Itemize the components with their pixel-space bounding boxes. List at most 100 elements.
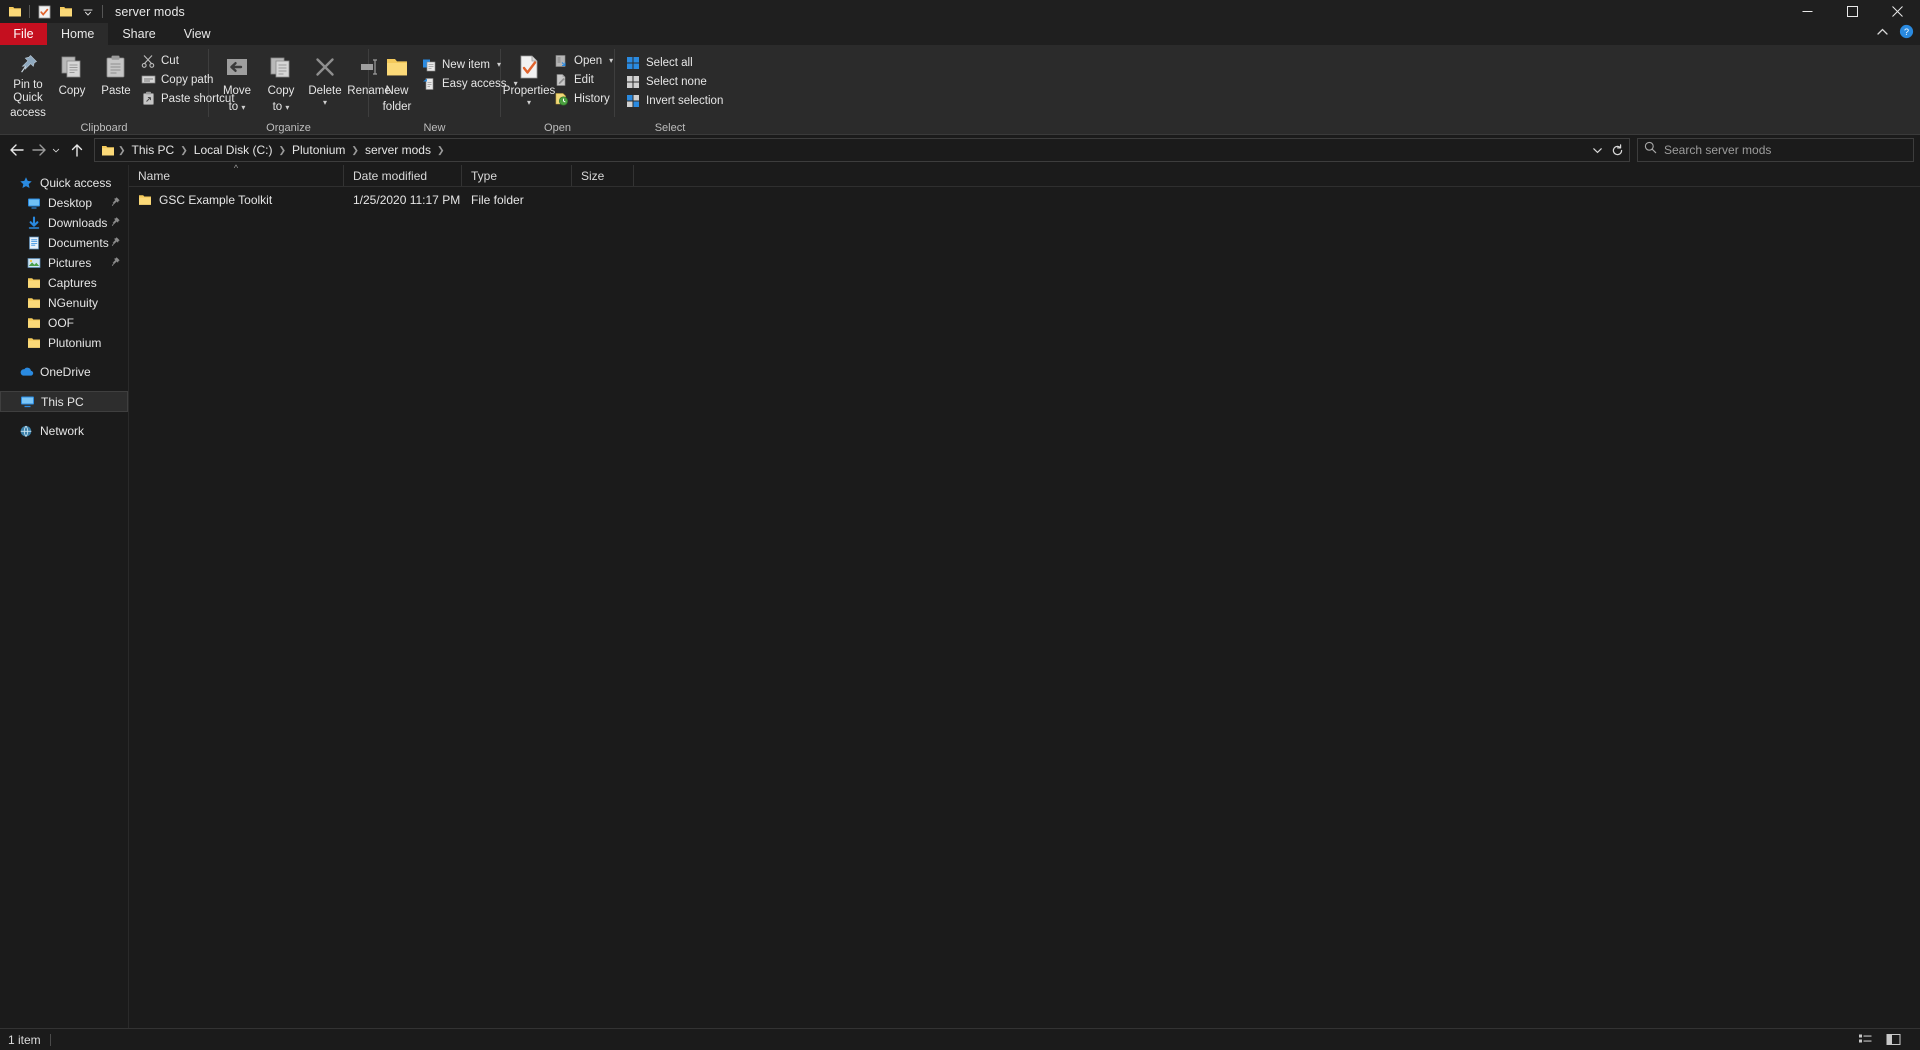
sidebar-item-network[interactable]: Network <box>0 421 128 441</box>
breadcrumb-bar[interactable]: ❯ This PC ❯ Local Disk (C:) ❯ Plutonium … <box>94 138 1630 162</box>
close-button[interactable] <box>1875 0 1920 23</box>
tab-share[interactable]: Share <box>108 23 169 45</box>
status-item-count: 1 item <box>8 1032 41 1047</box>
column-header-size[interactable]: Size <box>572 165 634 186</box>
copy-to-label-1: Copy <box>267 85 295 97</box>
details-view-button[interactable] <box>1854 1031 1876 1049</box>
open-caret-icon[interactable]: ▾ <box>609 56 613 65</box>
sidebar-item-onedrive[interactable]: OneDrive <box>0 362 128 382</box>
status-divider <box>49 1033 51 1046</box>
column-header-date-modified[interactable]: Date modified <box>344 165 462 186</box>
help-icon[interactable]: ? <box>1899 24 1914 44</box>
sidebar-item-quick-access[interactable]: Quick access <box>0 173 128 193</box>
pin-icon-downloads[interactable] <box>110 216 121 230</box>
nav-gap-3 <box>0 412 128 421</box>
tabstrip-right-icons: ? <box>1876 23 1914 45</box>
properties-icon[interactable] <box>33 1 55 22</box>
ribbon-tab-strip: File Home Share View ? <box>0 23 1920 45</box>
minimize-button[interactable] <box>1785 0 1830 23</box>
ribbon-group-label-organize: Organize <box>266 122 311 134</box>
tab-home[interactable]: Home <box>47 23 109 45</box>
sidebar-item-oof[interactable]: OOF <box>0 313 128 333</box>
breadcrumb-chevron-4[interactable]: ❯ <box>436 145 446 156</box>
sidebar-item-pictures[interactable]: Pictures <box>0 253 128 273</box>
file-explorer-window: server mods File Home Share View ? Pin t… <box>0 0 1920 1050</box>
table-row[interactable]: GSC Example Toolkit 1/25/2020 11:17 PM F… <box>129 189 1920 211</box>
properties-button[interactable]: Properties ▾ <box>503 49 555 115</box>
large-icons-view-button[interactable] <box>1882 1031 1904 1049</box>
open-button[interactable]: Open ▾ <box>551 51 619 70</box>
select-all-icon <box>625 55 641 71</box>
search-input[interactable]: Search server mods <box>1664 143 1771 157</box>
column-header-name[interactable]: ^ Name <box>129 164 344 186</box>
sidebar-item-downloads[interactable]: Downloads <box>0 213 128 233</box>
breadcrumb-chevron-0[interactable]: ❯ <box>117 145 127 156</box>
open-icon <box>553 53 569 69</box>
column-header-label-size: Size <box>581 168 605 183</box>
delete-label: Delete <box>308 85 342 97</box>
breadcrumb-item-server-mods[interactable]: server mods <box>360 143 436 157</box>
customize-qat-chevron-icon[interactable] <box>77 1 99 22</box>
column-header-type[interactable]: Type <box>462 165 572 186</box>
breadcrumb-item-plutonium[interactable]: Plutonium <box>287 143 350 157</box>
back-arrow-icon[interactable] <box>6 138 28 162</box>
pin-icon-documents[interactable] <box>110 236 121 250</box>
edit-button[interactable]: Edit <box>551 70 619 89</box>
properties-caret-icon[interactable]: ▾ <box>527 98 531 106</box>
breadcrumb: ❯ This PC ❯ Local Disk (C:) ❯ Plutonium … <box>117 143 1587 157</box>
move-to-button[interactable]: Move to ▾ <box>215 49 259 115</box>
sidebar-item-documents[interactable]: Documents <box>0 233 128 253</box>
invert-selection-button[interactable]: Invert selection <box>623 91 729 110</box>
qat-divider <box>29 5 30 18</box>
delete-button[interactable]: Delete ▾ <box>303 49 347 115</box>
select-none-button[interactable]: Select none <box>623 72 729 91</box>
column-header-filler <box>634 165 1920 186</box>
breadcrumb-chevron-1[interactable]: ❯ <box>179 145 189 156</box>
breadcrumb-item-local-disk-c[interactable]: Local Disk (C:) <box>189 143 278 157</box>
select-all-button[interactable]: Select all <box>623 53 729 72</box>
nav-gap-1 <box>0 353 128 362</box>
pin-icon-pictures[interactable] <box>110 256 121 270</box>
up-arrow-icon[interactable] <box>66 138 88 162</box>
paste-button[interactable]: Paste <box>94 49 138 115</box>
copy-to-button[interactable]: Copy to ▾ <box>259 49 303 115</box>
breadcrumb-chevron-3[interactable]: ❯ <box>350 145 360 156</box>
recent-locations-chevron-icon[interactable] <box>50 138 66 162</box>
pin-to-quick-access-button[interactable]: Pin to Quick access <box>6 49 50 119</box>
sidebar-item-desktop[interactable]: Desktop <box>0 193 128 213</box>
breadcrumb-chevron-2[interactable]: ❯ <box>277 145 287 156</box>
history-button[interactable]: History <box>551 89 619 108</box>
network-icon <box>18 423 34 439</box>
paste-icon <box>104 52 128 82</box>
tab-file[interactable]: File <box>0 23 47 45</box>
search-box[interactable]: Search server mods <box>1637 138 1914 162</box>
breadcrumb-item-this-pc[interactable]: This PC <box>127 143 180 157</box>
sidebar-item-plutonium[interactable]: Plutonium <box>0 333 128 353</box>
forward-arrow-icon[interactable] <box>28 138 50 162</box>
folder-icon[interactable] <box>4 1 26 22</box>
delete-caret-icon[interactable]: ▾ <box>323 98 327 106</box>
new-folder-icon[interactable] <box>55 1 77 22</box>
refresh-icon[interactable] <box>1607 139 1627 161</box>
ribbon-group-open: Properties ▾ Open ▾ Edit History Open <box>501 45 614 135</box>
pin-to-quick-access-label-1: Pin to Quick <box>13 79 43 104</box>
maximize-button[interactable] <box>1830 0 1875 23</box>
properties-label: Properties <box>502 85 556 97</box>
sidebar-item-ngenuity[interactable]: NGenuity <box>0 293 128 313</box>
sidebar-item-this-pc[interactable]: This PC <box>0 391 128 412</box>
collapse-ribbon-icon[interactable] <box>1876 25 1889 43</box>
tab-view[interactable]: View <box>170 23 225 45</box>
select-small-commands: Select all Select none Invert selection <box>623 49 729 110</box>
pin-icon-desktop[interactable] <box>110 196 121 210</box>
new-item-icon <box>421 57 437 73</box>
address-bar: ❯ This PC ❯ Local Disk (C:) ❯ Plutonium … <box>0 135 1920 165</box>
open-label: Open <box>574 54 603 67</box>
sidebar-item-captures[interactable]: Captures <box>0 273 128 293</box>
new-item-label: New item <box>442 58 490 71</box>
copy-button[interactable]: Copy <box>50 49 94 115</box>
history-dropdown-icon[interactable] <box>1587 139 1607 161</box>
paste-shortcut-icon <box>140 91 156 107</box>
new-folder-button[interactable]: New folder <box>375 49 419 115</box>
ribbon-group-new: New folder New item ▾ Easy access ▾ New <box>369 45 518 135</box>
edit-label: Edit <box>574 73 594 86</box>
